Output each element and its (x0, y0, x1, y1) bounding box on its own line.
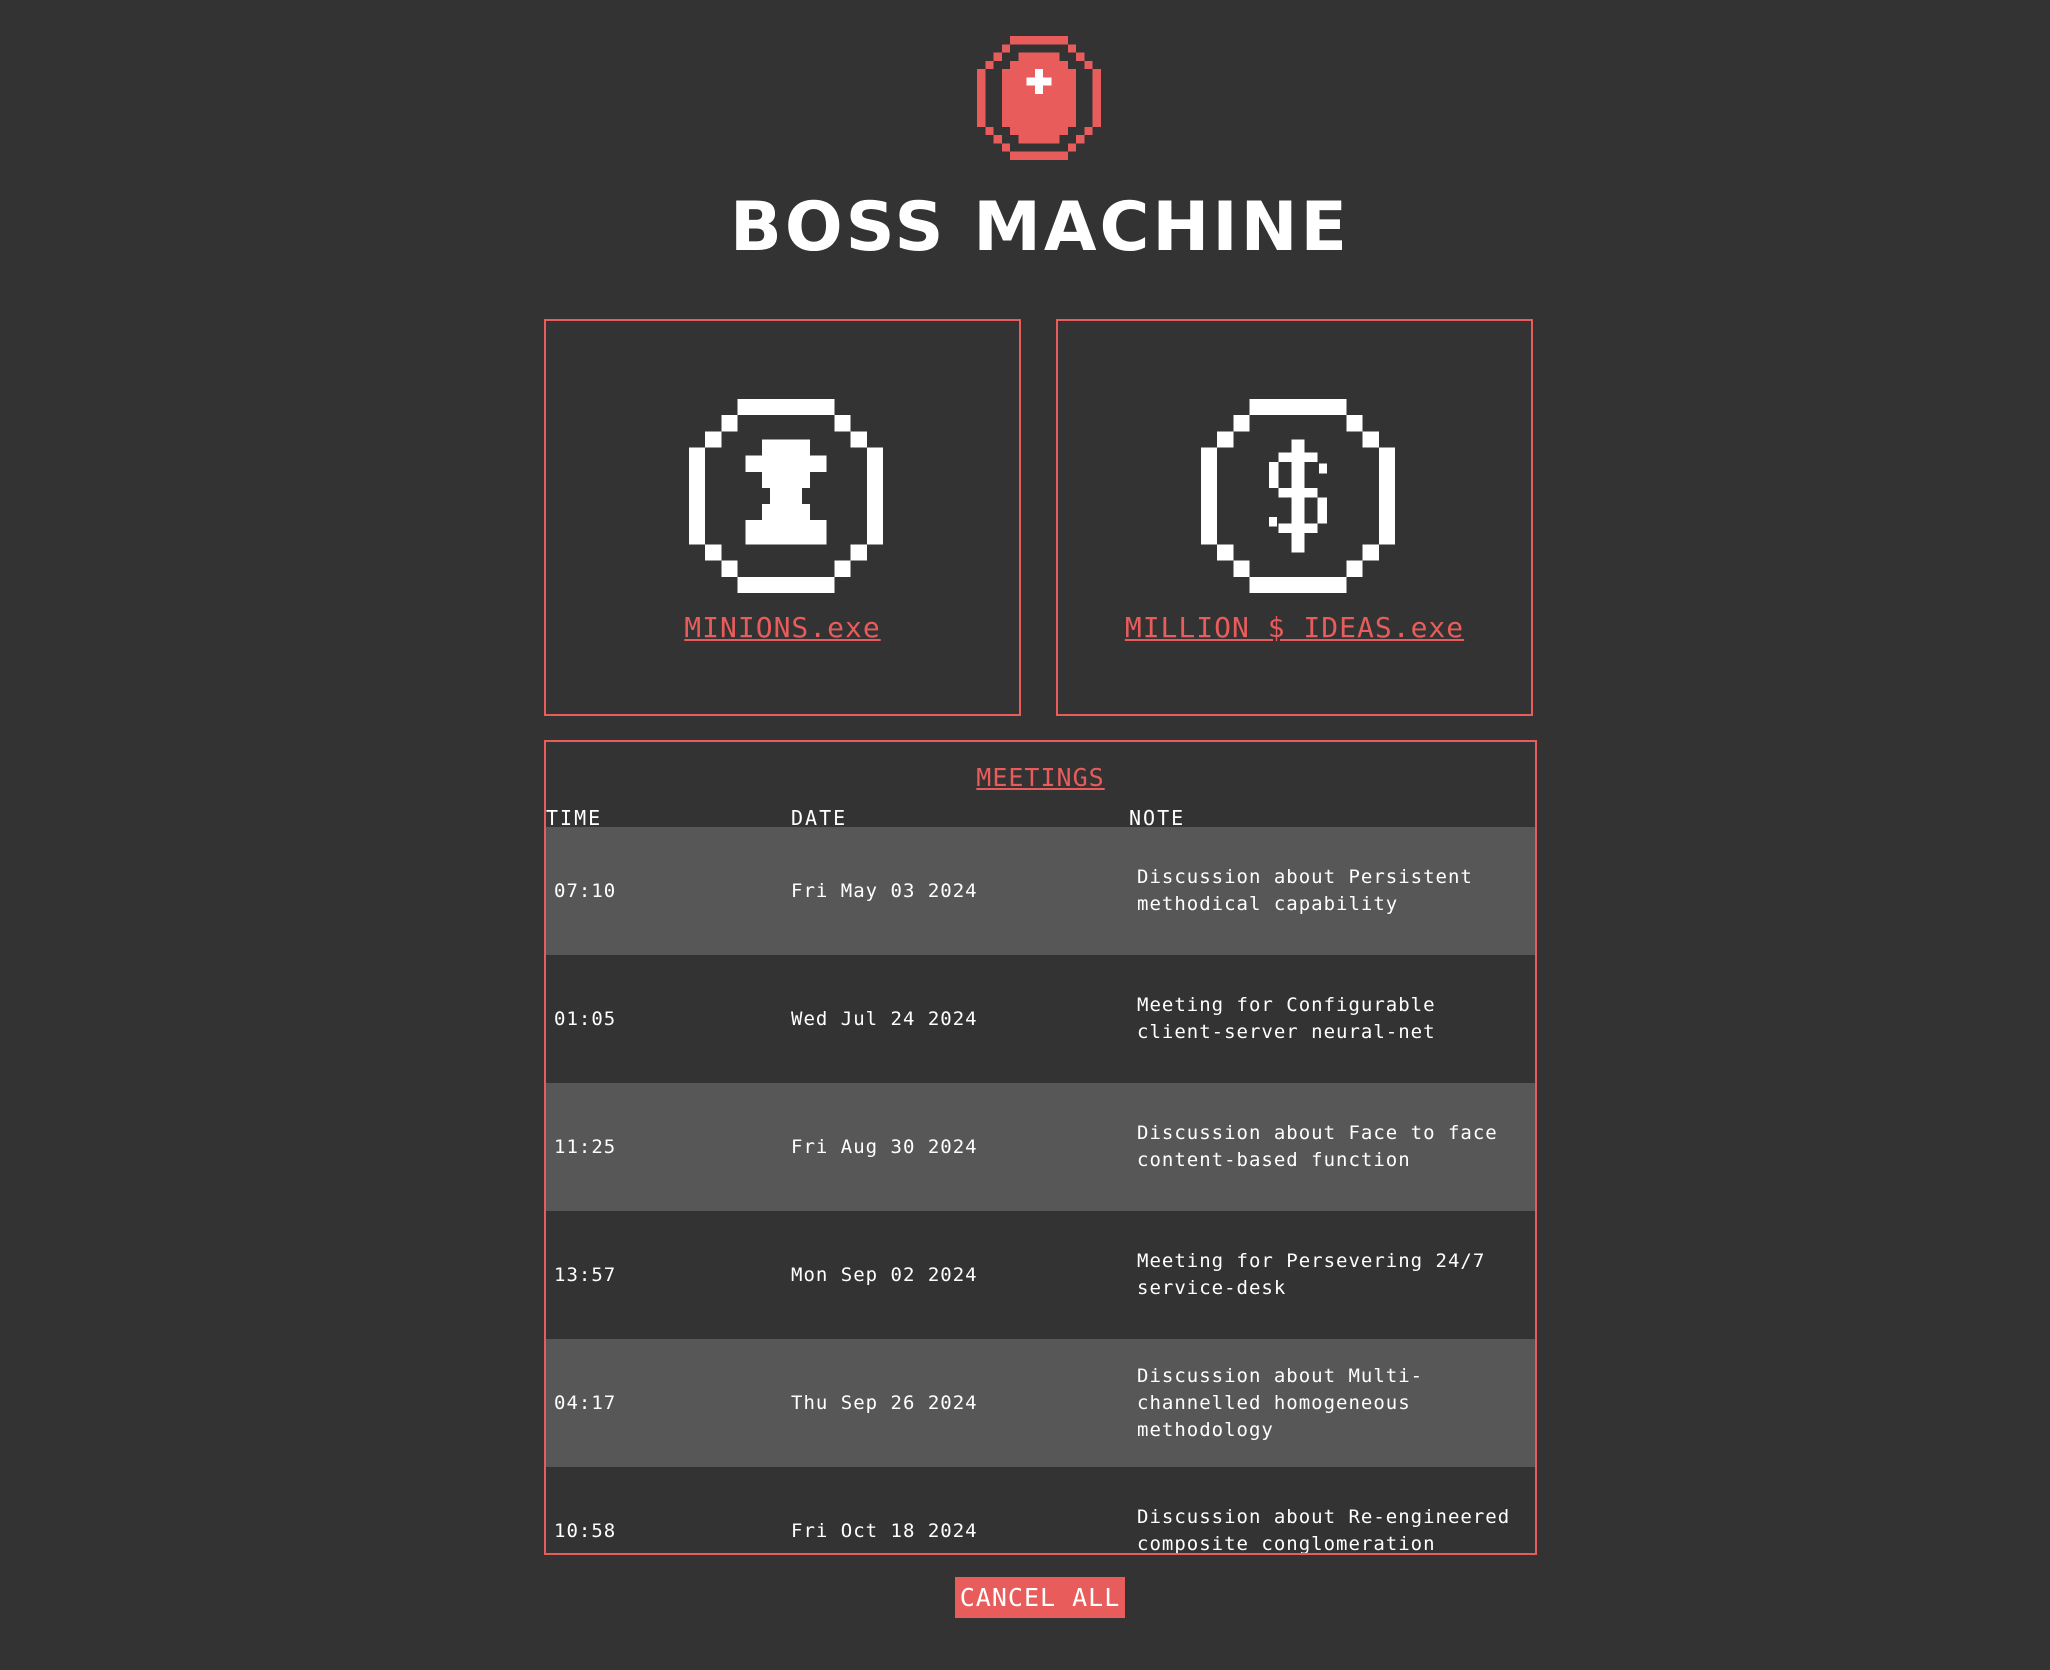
minions-card[interactable]: MINIONS.exe (544, 319, 1021, 716)
ideas-card[interactable]: MILLION $ IDEAS.exe (1056, 319, 1533, 716)
minions-link[interactable]: MINIONS.exe (546, 611, 1019, 644)
meeting-time: 01:05 (554, 1008, 617, 1030)
table-row: 07:10 Fri May 03 2024 Discussion about P… (546, 827, 1535, 955)
meeting-date: Fri May 03 2024 (791, 880, 978, 902)
dollar-icon (1201, 399, 1395, 593)
boss-machine-logo-icon (977, 36, 1101, 160)
table-row: 10:58 Fri Oct 18 2024 Discussion about R… (546, 1467, 1535, 1555)
table-row: 01:05 Wed Jul 24 2024 Meeting for Config… (546, 955, 1535, 1083)
meeting-date: Mon Sep 02 2024 (791, 1264, 978, 1286)
meeting-note: Discussion about Persistent methodical c… (1137, 866, 1473, 915)
meeting-note: Discussion about Multi-channelled homoge… (1137, 1364, 1424, 1441)
meetings-title-link[interactable]: MEETINGS (546, 763, 1535, 792)
table-row: 04:17 Thu Sep 26 2024 Discussion about M… (546, 1339, 1535, 1467)
meeting-time: 04:17 (554, 1392, 617, 1414)
meetings-panel: MEETINGS TIME DATE NOTE 07:10 Fri May 03… (544, 740, 1537, 1555)
meeting-date: Thu Sep 26 2024 (791, 1392, 978, 1414)
meeting-time: 10:58 (554, 1520, 617, 1542)
meeting-note: Discussion about Re-engineered composite… (1137, 1506, 1511, 1555)
meeting-note: Discussion about Face to face content-ba… (1137, 1122, 1498, 1171)
cancel-all-button[interactable]: CANCEL ALL (955, 1577, 1125, 1618)
meeting-time: 07:10 (554, 880, 617, 902)
minion-icon (689, 399, 883, 593)
table-row: 13:57 Mon Sep 02 2024 Meeting for Persev… (546, 1211, 1535, 1339)
meeting-date: Fri Aug 30 2024 (791, 1136, 978, 1158)
meeting-note: Meeting for Persevering 24/7 service-des… (1137, 1250, 1486, 1299)
meeting-note: Meeting for Configurable client-server n… (1137, 994, 1436, 1043)
meeting-date: Fri Oct 18 2024 (791, 1520, 978, 1542)
table-row: 11:25 Fri Aug 30 2024 Discussion about F… (546, 1083, 1535, 1211)
meeting-time: 11:25 (554, 1136, 617, 1158)
app-title: BOSS MACHINE (730, 188, 1350, 267)
ideas-link[interactable]: MILLION $ IDEAS.exe (1058, 611, 1531, 644)
meeting-time: 13:57 (554, 1264, 617, 1286)
meeting-date: Wed Jul 24 2024 (791, 1008, 978, 1030)
meetings-table: 07:10 Fri May 03 2024 Discussion about P… (546, 827, 1535, 1555)
